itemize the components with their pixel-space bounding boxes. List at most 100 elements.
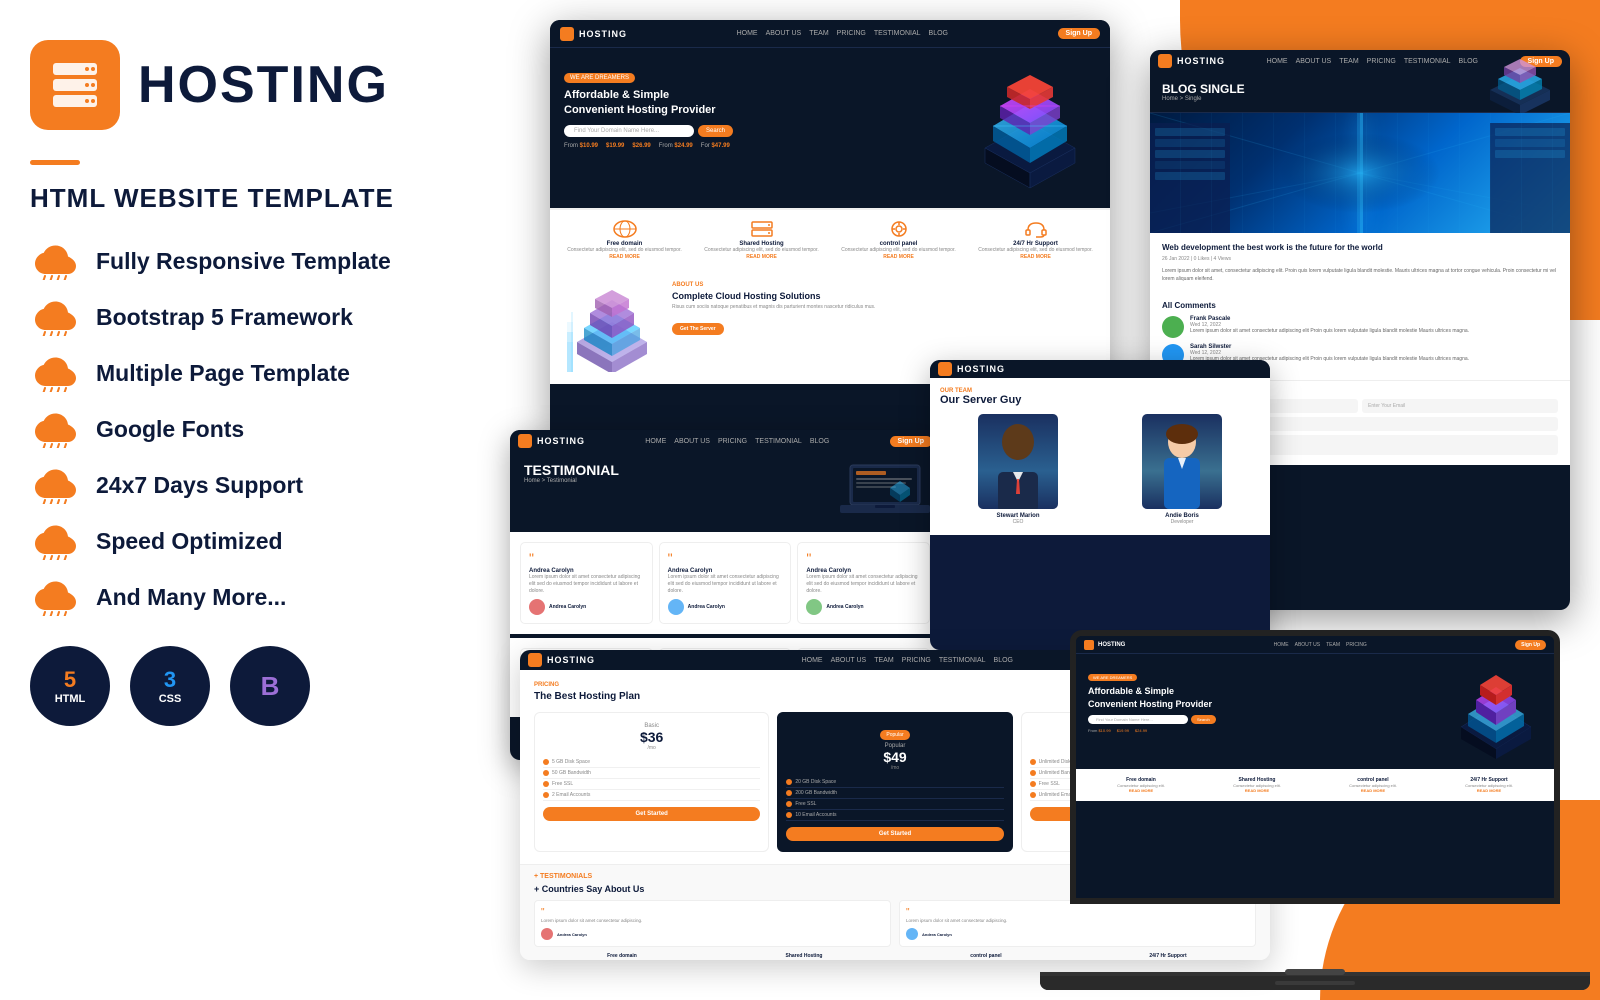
check-dot	[1030, 770, 1036, 776]
domain-text: Consectetur adipiscing elit, sed do eius…	[560, 247, 689, 254]
feature-item: And Many More...	[30, 578, 470, 616]
bf-hosting-link[interactable]: READ MORE	[716, 959, 892, 960]
testimonial-cards-row1: " Andrea Carolyn Lorem ipsum dolor sit a…	[510, 532, 940, 634]
domain-read-more[interactable]: READ MORE	[560, 254, 689, 260]
testimonial-hero: TESTIMONIAL Home > Testimonial	[510, 452, 940, 532]
cloud-svg-5	[30, 466, 78, 504]
laptop-body: HOSTING HOME ABOUT US TEAM PRICING Sign …	[1040, 630, 1590, 990]
popular-f2: 200 GB Bandwidth	[786, 788, 1003, 799]
popular-f3: Free SSL	[786, 799, 1003, 810]
team-role-1: CEO	[940, 519, 1096, 525]
comment-1: Frank Pascale Wed 12, 2022 Lorem ipsum d…	[1162, 316, 1558, 338]
get-server-button[interactable]: Get The Server	[672, 323, 724, 335]
email-input[interactable]: Enter Your Email	[1362, 399, 1558, 413]
feature-label-bootstrap: Bootstrap 5 Framework	[96, 304, 353, 331]
laptop-3d-graphic	[1446, 659, 1546, 759]
blog-nav-about: ABOUT US	[1296, 58, 1332, 65]
laptop-nav: HOSTING HOME ABOUT US TEAM PRICING Sign …	[1076, 636, 1554, 654]
laptop-f-support-link[interactable]: READ MORE	[1434, 788, 1544, 793]
feature-list: Fully Responsive Template Bootstrap 5 Fr…	[30, 242, 470, 616]
nav-team: TEAM	[809, 30, 828, 37]
pricing-nav-pricing: PRICING	[902, 657, 931, 664]
pricing-card-popular: Popular Popular $49 /mo 20 GB Disk Space…	[777, 712, 1012, 852]
nav-links: HOME ABOUT US TEAM PRICING TESTIMONIAL B…	[737, 30, 948, 37]
team-content: OUR TEAM Our Server Guy	[930, 378, 1270, 535]
cloud-svg-6	[30, 522, 78, 560]
laptop-hero-badge: WE ARE DREAMERS	[1088, 674, 1137, 681]
support-svg	[1024, 220, 1048, 238]
price-3: $26.99	[632, 143, 650, 149]
test-logo-text: HOSTING	[537, 436, 585, 446]
cpanel-read-more[interactable]: READ MORE	[834, 254, 963, 260]
html-icon: 5	[64, 667, 76, 693]
laptop-logo-text: HOSTING	[1098, 642, 1125, 648]
test-avatar-row-2: Andrea Carolyn	[668, 599, 783, 615]
laptop-nav-cta[interactable]: Sign Up	[1515, 640, 1546, 650]
test-nav-testimonial: TESTIMONIAL	[755, 438, 802, 445]
hosting-read-more[interactable]: READ MORE	[697, 254, 826, 260]
laptop-search-btn[interactable]: Search	[1191, 715, 1216, 724]
popular-cta-button[interactable]: Get Started	[786, 827, 1003, 841]
basic-cta-button[interactable]: Get Started	[543, 807, 760, 821]
laptop-search-input[interactable]: Find Your Domain Name Here...	[1088, 715, 1188, 724]
search-input[interactable]: Find Your Domain Name Here...	[564, 125, 694, 137]
basic-f1: 5 GB Disk Space	[543, 757, 760, 768]
search-button[interactable]: Search	[698, 125, 733, 137]
laptop-f-domain-link[interactable]: READ MORE	[1086, 788, 1196, 793]
feature-item: Bootstrap 5 Framework	[30, 298, 470, 336]
price-2: $19.99	[606, 143, 624, 149]
blog-hero: BLOG SINGLE Home > Single	[1150, 72, 1570, 113]
quote-icon-3: "	[806, 551, 921, 565]
laptop-logo-box	[1084, 640, 1094, 650]
blog-nav-testimonial: TESTIMONIAL	[1404, 58, 1451, 65]
laptop-hero: WE ARE DREAMERS Affordable & SimpleConve…	[1076, 654, 1554, 769]
cpanel-icon	[887, 220, 911, 238]
team-title: Our Server Guy	[940, 394, 1260, 406]
html-badge: 5 HTML	[30, 646, 110, 726]
cpanel-text: Consectetur adipiscing elit, sed do eius…	[834, 247, 963, 254]
team-members: Stewart Marion CEO	[940, 414, 1260, 525]
check-dot	[1030, 781, 1036, 787]
team-screen: HOSTING OUR TEAM Our Server Guy	[930, 360, 1270, 650]
price-4: From $24.99	[659, 143, 693, 149]
laptop-f-hosting-link[interactable]: READ MORE	[1202, 788, 1312, 793]
hosting-icon	[750, 220, 774, 238]
css-badge: 3 CSS	[130, 646, 210, 726]
comment-1-text: Lorem ipsum dolor sit amet consectetur a…	[1190, 328, 1558, 335]
feature-item: Fully Responsive Template	[30, 242, 470, 280]
isometric-server-graphic	[965, 53, 1095, 193]
check-dot	[786, 790, 792, 796]
laptop-nav-about: ABOUT US	[1295, 642, 1320, 648]
laptop-f-cpanel-link[interactable]: READ MORE	[1318, 788, 1428, 793]
cloud-svg-1	[30, 242, 78, 280]
cloud-icon-1	[30, 242, 78, 280]
laptop-display: HOSTING HOME ABOUT US TEAM PRICING Sign …	[1070, 630, 1560, 904]
test-text-1: Lorem ipsum dolor sit amet consectetur a…	[529, 574, 644, 595]
comments-title: All Comments	[1162, 301, 1558, 310]
html-label: HTML	[55, 693, 86, 705]
mini-avatar-2	[906, 928, 918, 940]
mini-reviewer-1: Andrea Carolyn	[557, 932, 587, 937]
features-row: Free domain Consectetur adipiscing elit,…	[550, 208, 1110, 270]
quote-icon-2: "	[668, 551, 783, 565]
team-member-2: Andie Boris Developer	[1104, 414, 1260, 525]
feature-label-responsive: Fully Responsive Template	[96, 248, 391, 275]
test-avatar-row-3: Andrea Carolyn	[806, 599, 921, 615]
test-nav-links: HOME ABOUT US PRICING TESTIMONIAL BLOG	[645, 438, 829, 445]
pricing-nav-logo: HOSTING	[528, 653, 595, 667]
bf-domain-link[interactable]: READ MORE	[534, 959, 710, 960]
laptop-nav-links: HOME ABOUT US TEAM PRICING	[1274, 642, 1367, 648]
testimonial-nav: HOSTING HOME ABOUT US PRICING TESTIMONIA…	[510, 430, 940, 452]
cloud-icon-2	[30, 298, 78, 336]
popular-features: 20 GB Disk Space 200 GB Bandwidth Free S…	[786, 777, 1003, 821]
test-nav-cta[interactable]: Sign Up	[890, 436, 932, 447]
test-nav-about: ABOUT US	[674, 438, 710, 445]
team-role-2: Developer	[1104, 519, 1260, 525]
team-nav: HOSTING	[930, 360, 1270, 378]
feature-support: 24/7 Hr Support Consectetur adipiscing e…	[971, 220, 1100, 260]
team-nav-logo: HOSTING	[938, 362, 1005, 376]
pricing-nav-testimonial: TESTIMONIAL	[939, 657, 986, 664]
support-read-more[interactable]: READ MORE	[971, 254, 1100, 260]
mini-testimonial-1: " Lorem ipsum dolor sit amet consectetur…	[534, 900, 891, 947]
nav-cta-button[interactable]: Sign Up	[1058, 28, 1100, 39]
